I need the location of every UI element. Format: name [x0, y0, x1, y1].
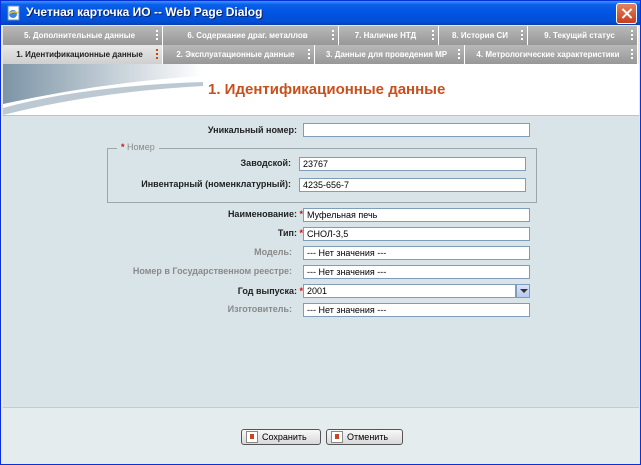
grip-icon [156, 49, 159, 60]
year-select[interactable]: 2001 [303, 284, 516, 298]
inventory-number-input[interactable]: 4235-656-7 [299, 178, 526, 192]
cancel-icon [331, 431, 343, 443]
year-label: Год выпуска: * [237, 286, 303, 296]
tab-current-status[interactable]: 9. Текущий статус [528, 26, 638, 45]
ie-page-icon [7, 5, 20, 21]
save-button[interactable]: Сохранить [241, 429, 321, 445]
window-title: Учетная карточка ИО -- Web Page Dialog [26, 5, 263, 19]
tab-label: 1. Идентификационные данные [16, 49, 143, 59]
grip-icon [432, 30, 435, 41]
grip-icon [308, 49, 311, 60]
tab-label: 7. Наличие НТД [354, 30, 417, 40]
tab-metrological[interactable]: 4. Метрологические характеристики [465, 45, 638, 64]
grip-icon [458, 49, 461, 60]
name-label: Наименование: * [227, 209, 303, 219]
tab-label: 8. История СИ [451, 30, 508, 40]
model-label: Модель: [254, 247, 292, 257]
unique-number-input[interactable] [303, 123, 530, 137]
section-banner: 1. Идентификационные данные [3, 64, 639, 115]
grip-icon [521, 30, 524, 41]
save-icon [246, 431, 258, 443]
tab-precious-metals[interactable]: 6. Содержание драг. металлов [163, 26, 339, 45]
unique-number-label: Уникальный номер: [207, 125, 297, 135]
tab-label: 2. Эксплуатационные данные [176, 49, 295, 59]
name-input[interactable]: Муфельная печь [303, 208, 530, 222]
section-title: 1. Идентификационные данные [208, 81, 446, 98]
chevron-down-icon[interactable] [516, 284, 530, 298]
decorative-swoosh-image [3, 64, 203, 115]
cancel-button-label: Отменить [347, 432, 389, 442]
tab-label: 6. Содержание драг. металлов [187, 30, 308, 40]
model-field[interactable]: --- Нет значения --- [303, 246, 530, 260]
factory-number-input[interactable]: 23767 [299, 157, 526, 171]
manufacturer-label: Изготовитель: [227, 304, 292, 314]
tab-operational[interactable]: 2. Эксплуатационные данные [163, 45, 315, 64]
footer [3, 407, 639, 464]
title-bar[interactable]: Учетная карточка ИО -- Web Page Dialog [1, 1, 640, 25]
tab-label: 5. Дополнительные данные [23, 30, 136, 40]
state-registry-field[interactable]: --- Нет значения --- [303, 265, 530, 279]
manufacturer-field[interactable]: --- Нет значения --- [303, 303, 530, 317]
grip-icon [631, 30, 634, 41]
tab-identification[interactable]: 1. Идентификационные данные [3, 45, 163, 64]
factory-number-label: Заводской: [240, 158, 291, 168]
type-label: Тип: * [277, 228, 303, 238]
grip-icon [332, 30, 335, 41]
inventory-number-label: Инвентарный (номенклатурный): [141, 179, 291, 189]
save-button-label: Сохранить [262, 432, 307, 442]
grip-icon [156, 30, 159, 41]
tab-label: 4. Метрологические характеристики [476, 49, 620, 59]
type-input[interactable]: СНОЛ-3,5 [303, 227, 530, 241]
number-group-legend: * Номер [117, 142, 159, 152]
tab-label: 3. Данные для проведения МР [325, 49, 448, 59]
state-registry-label: Номер в Государственном реестре: [132, 266, 292, 276]
tab-label: 9. Текущий статус [544, 30, 615, 40]
dialog-window: Учетная карточка ИО -- Web Page Dialog 5… [0, 0, 641, 465]
grip-icon [631, 49, 634, 60]
tab-ntd[interactable]: 7. Наличие НТД [339, 26, 439, 45]
close-button[interactable] [616, 3, 637, 24]
tab-si-history[interactable]: 8. История СИ [439, 26, 528, 45]
tab-mr-data[interactable]: 3. Данные для проведения МР [315, 45, 465, 64]
tab-additional-data[interactable]: 5. Дополнительные данные [3, 26, 163, 45]
cancel-button[interactable]: Отменить [326, 429, 403, 445]
